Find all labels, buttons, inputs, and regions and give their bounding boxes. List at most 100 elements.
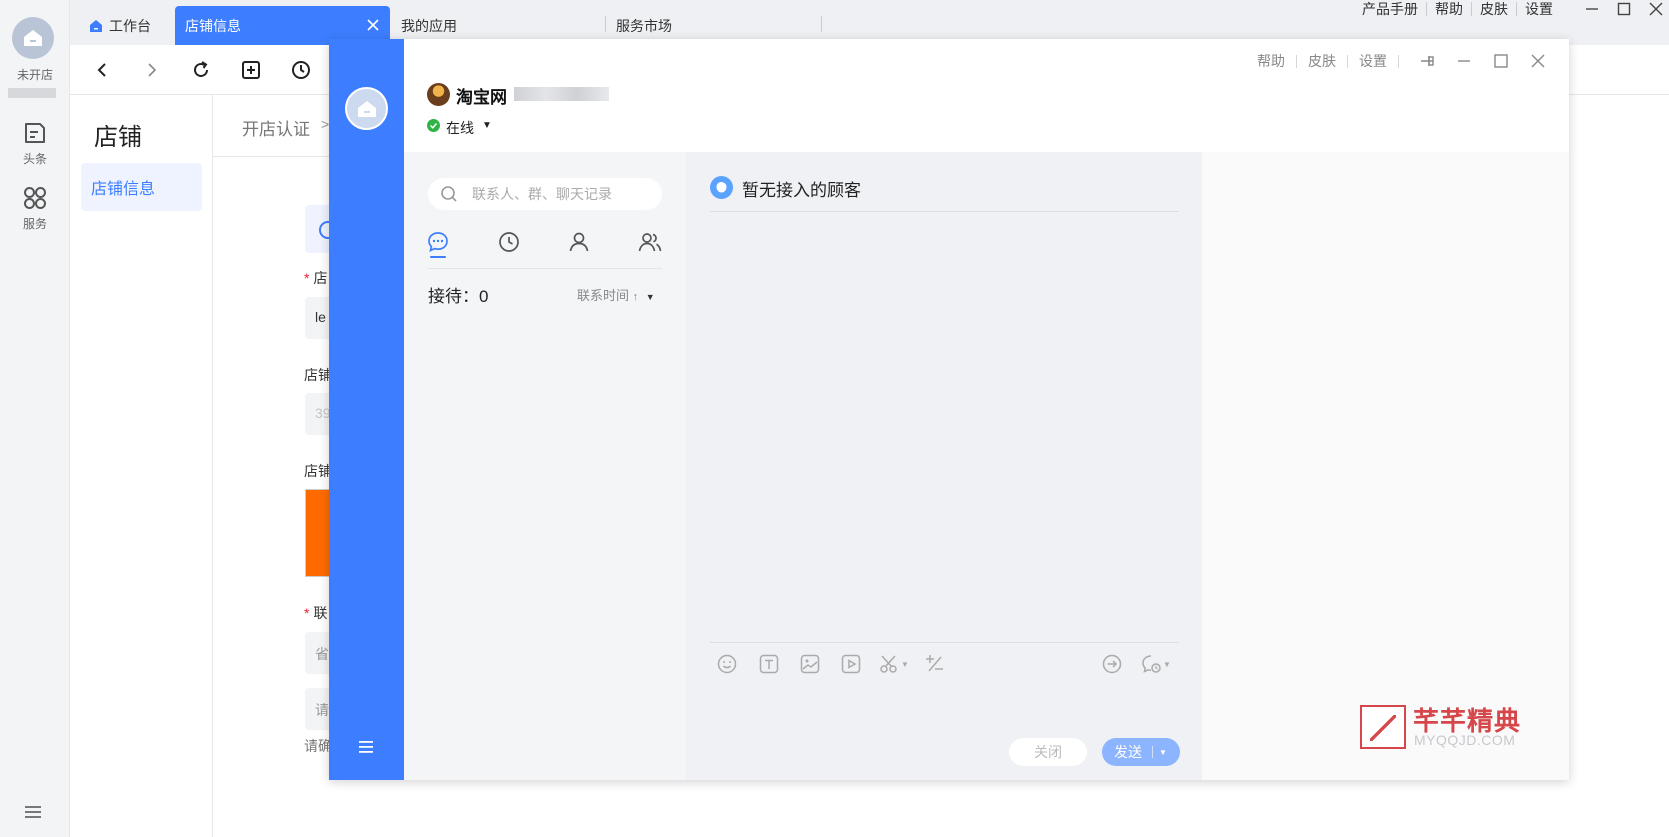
watermark-logo	[1360, 705, 1406, 749]
close-button[interactable]: 关闭	[1009, 738, 1087, 766]
reception-label: 接待：	[428, 287, 479, 306]
online-status[interactable]: 在线	[446, 118, 474, 138]
shop-avatar[interactable]	[427, 83, 450, 106]
breadcrumb-item[interactable]: 开店认证	[242, 115, 310, 140]
top-menu: 产品手册 帮助 皮肤 设置	[1354, 0, 1667, 18]
help-link[interactable]: 帮助	[1427, 0, 1471, 19]
search-icon	[441, 186, 457, 202]
close-button[interactable]	[1529, 52, 1547, 70]
check-icon	[429, 123, 438, 129]
sort-arrow-icon: ↑	[632, 291, 639, 303]
reception-counter: 接待：0	[428, 282, 488, 307]
watermark: 芊芊精典 MYQQJD.COM	[1360, 703, 1535, 751]
divider	[710, 642, 1179, 643]
forward-button[interactable]	[139, 57, 165, 83]
image-icon	[800, 654, 820, 674]
minimize-icon[interactable]	[1585, 2, 1599, 16]
user-avatar[interactable]	[345, 87, 388, 130]
pin-icon	[1421, 56, 1434, 66]
image-button[interactable]	[799, 652, 821, 676]
person-icon[interactable]	[567, 230, 591, 254]
font-button[interactable]	[758, 652, 780, 676]
skin-link[interactable]: 皮肤	[1297, 51, 1347, 71]
field-hint: 请确	[304, 738, 332, 754]
tab-label: 我的应用	[401, 17, 457, 34]
close-icon	[1531, 54, 1545, 68]
settings-link[interactable]: 设置	[1348, 51, 1398, 71]
watermark-url: MYQQJD.COM	[1414, 732, 1516, 748]
shop-logo-image[interactable]	[305, 489, 330, 577]
back-button[interactable]	[89, 57, 115, 83]
sidebar-item-label: 头条	[22, 152, 47, 166]
caret-down-icon: ▼	[901, 659, 909, 669]
tab-label: 工作台	[109, 17, 151, 34]
sort-dropdown[interactable]: 联系时间 ↑ ▼	[577, 285, 655, 304]
history-message-button[interactable]: ▼	[1140, 652, 1171, 676]
sidebar-item-label: 服务	[22, 217, 47, 231]
app-sidebar: 未开店 头条 服务	[0, 0, 70, 837]
maximize-icon	[1494, 54, 1508, 68]
skin-link[interactable]: 皮肤	[1472, 0, 1516, 19]
field-label-shop-id: 店铺	[304, 367, 332, 383]
home-icon	[357, 100, 376, 117]
customer-info-panel	[1202, 152, 1569, 780]
video-button[interactable]	[840, 652, 862, 676]
settings-link[interactable]: 设置	[1517, 0, 1561, 19]
label-text: 联	[313, 605, 328, 621]
menu-icon[interactable]	[359, 741, 373, 753]
tab-workbench[interactable]: 工作台	[89, 6, 151, 45]
account-name-masked	[8, 88, 56, 98]
chat-header: 淘宝网 在线 ▼ 帮助 皮肤 设置	[404, 39, 1569, 152]
search-placeholder: 联系人、群、聊天记录	[472, 186, 612, 202]
maximize-icon[interactable]	[1617, 2, 1631, 16]
close-icon[interactable]	[1649, 2, 1663, 16]
page-title: 店铺	[94, 124, 142, 151]
chevron-right-icon	[148, 63, 157, 77]
history-button[interactable]	[288, 57, 314, 83]
field-label-shop-name: * 店	[304, 270, 328, 286]
minimize-button[interactable]	[1455, 52, 1473, 70]
subnav-item-shop-info[interactable]: 店铺信息	[81, 163, 202, 211]
group-icon[interactable]	[638, 230, 662, 254]
close-icon[interactable]	[367, 19, 379, 31]
sidebar-item-services[interactable]: 服务	[0, 185, 70, 232]
shop-avatar[interactable]	[12, 17, 54, 59]
contact-panel: 联系人、群、聊天记录 接待：0 联系时间 ↑ ▼	[404, 152, 686, 780]
emoji-button[interactable]	[716, 652, 738, 676]
refresh-button[interactable]	[188, 57, 214, 83]
transfer-button[interactable]	[1101, 652, 1123, 676]
quick-reply-icon	[926, 655, 943, 672]
transfer-icon	[1102, 654, 1122, 674]
reception-count: 0	[479, 287, 489, 306]
text-format-icon	[759, 654, 779, 674]
caret-down-icon[interactable]: ▼	[1159, 748, 1167, 757]
field-label-shop-logo: 店铺	[304, 463, 332, 479]
menu-icon[interactable]	[25, 805, 41, 819]
help-link[interactable]: 帮助	[1246, 51, 1296, 71]
empty-customer-text: 暂无接入的顾客	[742, 181, 861, 200]
search-input[interactable]: 联系人、群、聊天记录	[428, 178, 662, 210]
maximize-button[interactable]	[1492, 52, 1510, 70]
chat-bubble-icon[interactable]	[426, 230, 450, 254]
clock-icon[interactable]	[497, 230, 521, 254]
caret-down-icon: ▼	[645, 292, 655, 302]
tab-label: 店铺信息	[185, 17, 241, 34]
pin-button[interactable]	[1418, 52, 1436, 70]
send-button[interactable]: 发送 ▼	[1102, 738, 1180, 766]
send-label: 发送	[1114, 744, 1142, 760]
manual-link[interactable]: 产品手册	[1354, 0, 1426, 19]
chevron-left-icon	[97, 63, 106, 77]
sidebar-item-news[interactable]: 头条	[0, 120, 70, 167]
home-icon	[24, 30, 42, 46]
shop-name: 淘宝网	[456, 88, 507, 107]
caret-down-icon[interactable]: ▼	[482, 120, 492, 131]
minimize-icon	[1458, 60, 1470, 62]
chat-window: 淘宝网 在线 ▼ 帮助 皮肤 设置 联系人、群、聊天记录 接待：0 联系时间 ↑…	[329, 39, 1569, 780]
screenshot-button[interactable]: ▼	[878, 652, 909, 676]
tab-label: 服务市场	[616, 17, 672, 34]
empty-customer-icon	[710, 176, 733, 199]
new-tab-button[interactable]	[238, 57, 264, 83]
divider	[1398, 54, 1399, 68]
quick-phrase-button[interactable]	[923, 652, 945, 676]
caret-down-icon: ▼	[1163, 659, 1171, 669]
